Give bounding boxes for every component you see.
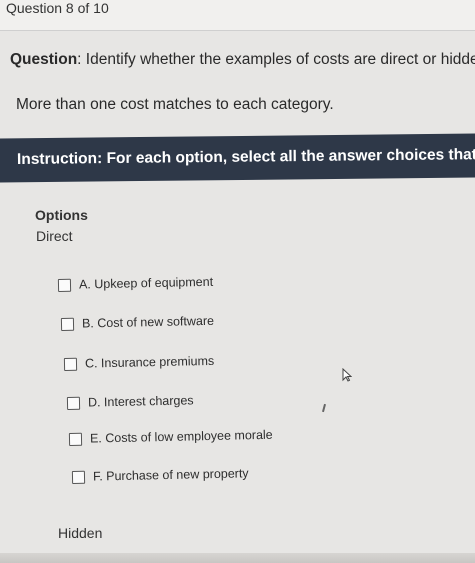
category-hidden-label: Hidden (58, 525, 103, 541)
question-label: Question (10, 51, 78, 68)
option-label: E. Costs of low employee morale (89, 427, 273, 446)
option-label: D. Interest charges (87, 393, 194, 410)
header-bar: Question 8 of 10 (0, 0, 475, 31)
question-text: Question: Identify whether the examples … (10, 51, 475, 69)
mouse-cursor-icon (342, 368, 352, 382)
option-label: C. Insurance premiums (84, 353, 215, 371)
option-label: A. Upkeep of equipment (78, 274, 214, 292)
category-direct-label: Direct (36, 228, 73, 244)
option-a[interactable]: A. Upkeep of equipment (57, 274, 214, 292)
checkbox-icon[interactable] (57, 278, 72, 292)
question-counter: Question 8 of 10 (6, 0, 109, 16)
options-heading: Options (35, 207, 88, 223)
option-c[interactable]: C. Insurance premiums (63, 353, 215, 371)
option-f[interactable]: F. Purchase of new property (71, 466, 249, 484)
option-e[interactable]: E. Costs of low employee morale (68, 427, 273, 446)
checkbox-icon[interactable] (66, 396, 81, 410)
checkbox-icon[interactable] (63, 357, 78, 371)
option-label: B. Cost of new software (81, 313, 215, 331)
option-d[interactable]: D. Interest charges (66, 393, 194, 410)
option-label: F. Purchase of new property (92, 466, 249, 484)
question-body: : Identify whether the examples of costs… (77, 51, 475, 68)
matching-note: More than one cost matches to each categ… (16, 96, 334, 113)
checkbox-icon[interactable] (68, 432, 83, 446)
screen-bottom-edge (0, 553, 475, 563)
checkbox-icon[interactable] (71, 470, 86, 484)
text-caret (321, 403, 327, 413)
option-b[interactable]: B. Cost of new software (60, 313, 215, 331)
checkbox-icon[interactable] (60, 317, 75, 331)
